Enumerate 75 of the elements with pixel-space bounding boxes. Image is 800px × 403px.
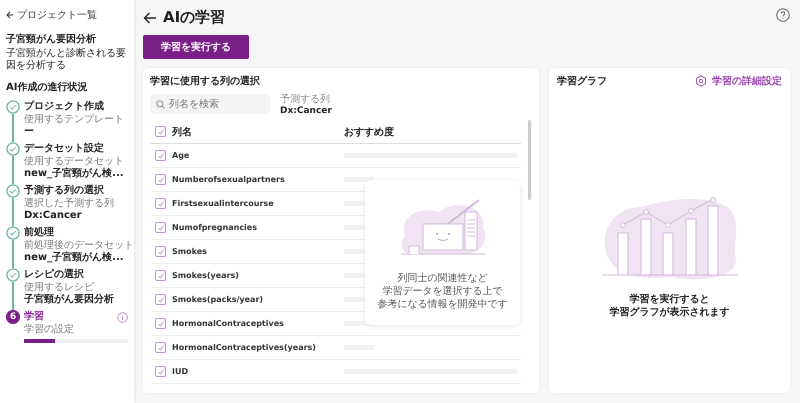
notice-text: 学習データを選択する上で [382, 285, 502, 298]
step-value: 子宮頸がん要因分析 [24, 294, 115, 306]
column-name: Smokes(packs/year) [172, 295, 264, 304]
checkmark-icon [156, 320, 164, 328]
step-sublabel: 使用するデータセット [24, 156, 125, 167]
checkmark-icon [156, 248, 164, 256]
row-checkbox[interactable] [155, 198, 166, 209]
checkmark-icon [156, 296, 164, 304]
row-checkbox[interactable] [155, 246, 166, 257]
step-title[interactable]: データセット設定 [24, 142, 104, 156]
step-sublabel: 学習の設定 [24, 324, 75, 336]
column-name: Numberofsexualpartners [172, 175, 286, 184]
notice-text: 参考になる情報を開発中です [378, 298, 508, 311]
step-title[interactable]: 前処理 [24, 226, 54, 240]
back-arrow-icon [6, 11, 14, 19]
select-all-checkbox[interactable] [155, 126, 166, 137]
checkmark-icon [156, 224, 164, 232]
empty-graph-message: 学習グラフが表示されます [610, 306, 730, 318]
checkmark-icon [156, 176, 164, 184]
empty-graph-message: 学習を実行すると [630, 292, 710, 306]
info-icon[interactable] [117, 312, 128, 322]
column-header: 列名 [172, 126, 193, 138]
column-name: IUD [172, 367, 190, 376]
step-title[interactable]: 学習 [24, 310, 44, 324]
step-value: new_子宮頸がん検... [24, 168, 125, 180]
row-checkbox[interactable] [155, 366, 166, 377]
checkmark-icon [156, 200, 164, 208]
column-name: Firstsexualintercourse [172, 199, 275, 208]
column-name: HormonalContraceptives [172, 319, 285, 328]
progress-heading: AI作成の進行状況 [6, 80, 88, 94]
row-checkbox[interactable] [155, 294, 166, 305]
notice-text: 列同士の関連性など [398, 272, 488, 285]
page-title: AIの学習 [163, 8, 226, 27]
column-name: Age [172, 151, 190, 160]
column-header: おすすめ度 [344, 125, 394, 138]
step-sublabel: 使用するテンプレート [24, 114, 125, 126]
run-training-button[interactable]: 学習を実行する [143, 35, 249, 59]
step-value: Dx:Cancer [24, 210, 83, 222]
row-checkbox[interactable] [155, 270, 166, 281]
step-number: 6 [6, 310, 20, 324]
row-checkbox[interactable] [155, 318, 166, 329]
checkmark-icon [156, 368, 164, 376]
target-label: 予測する列 [280, 92, 331, 106]
row-checkbox[interactable] [155, 222, 166, 233]
checkmark-icon [156, 152, 164, 160]
help-icon[interactable] [776, 8, 790, 22]
checkmark-icon [156, 128, 164, 136]
project-description: 子宮頸がんと診断される要因を分析する [6, 48, 127, 72]
column-name: HormonalContraceptives(years) [172, 343, 317, 352]
step-sublabel: 選択した予測する列 [24, 198, 115, 210]
advanced-settings-link[interactable]: 学習の詳細設定 [695, 74, 782, 88]
step-value: ー [24, 126, 35, 138]
back-arrow-icon[interactable] [143, 12, 157, 24]
row-checkbox[interactable] [155, 174, 166, 185]
step-sublabel: 使用するレシピ [24, 282, 95, 293]
target-value: Dx:Cancer [280, 106, 332, 116]
back-link[interactable]: プロジェクト一覧 [6, 8, 128, 22]
step-value: new_子宮頸がん検... [24, 252, 125, 264]
step-title[interactable]: プロジェクト作成 [24, 100, 104, 114]
step-title[interactable]: レシピの選択 [24, 268, 84, 282]
row-checkbox[interactable] [155, 150, 166, 161]
search-field[interactable]: 列名を検索 [150, 94, 270, 114]
column-name: Numofpregnancies [172, 223, 258, 232]
column-name: Smokes(years) [172, 271, 240, 280]
row-checkbox[interactable] [155, 342, 166, 353]
search-icon [156, 100, 165, 108]
panel-title: 学習グラフ [557, 74, 607, 88]
column-name: Smokes [172, 247, 208, 256]
settings-icon [695, 75, 707, 87]
checkmark-icon [156, 272, 164, 280]
project-title: 子宮頸がん要因分析 [6, 32, 97, 46]
panel-title: 学習に使用する列の選択 [150, 74, 261, 88]
step-title[interactable]: 予測する列の選択 [24, 184, 104, 198]
checkmark-icon [156, 344, 164, 352]
scrollbar[interactable] [528, 120, 531, 200]
